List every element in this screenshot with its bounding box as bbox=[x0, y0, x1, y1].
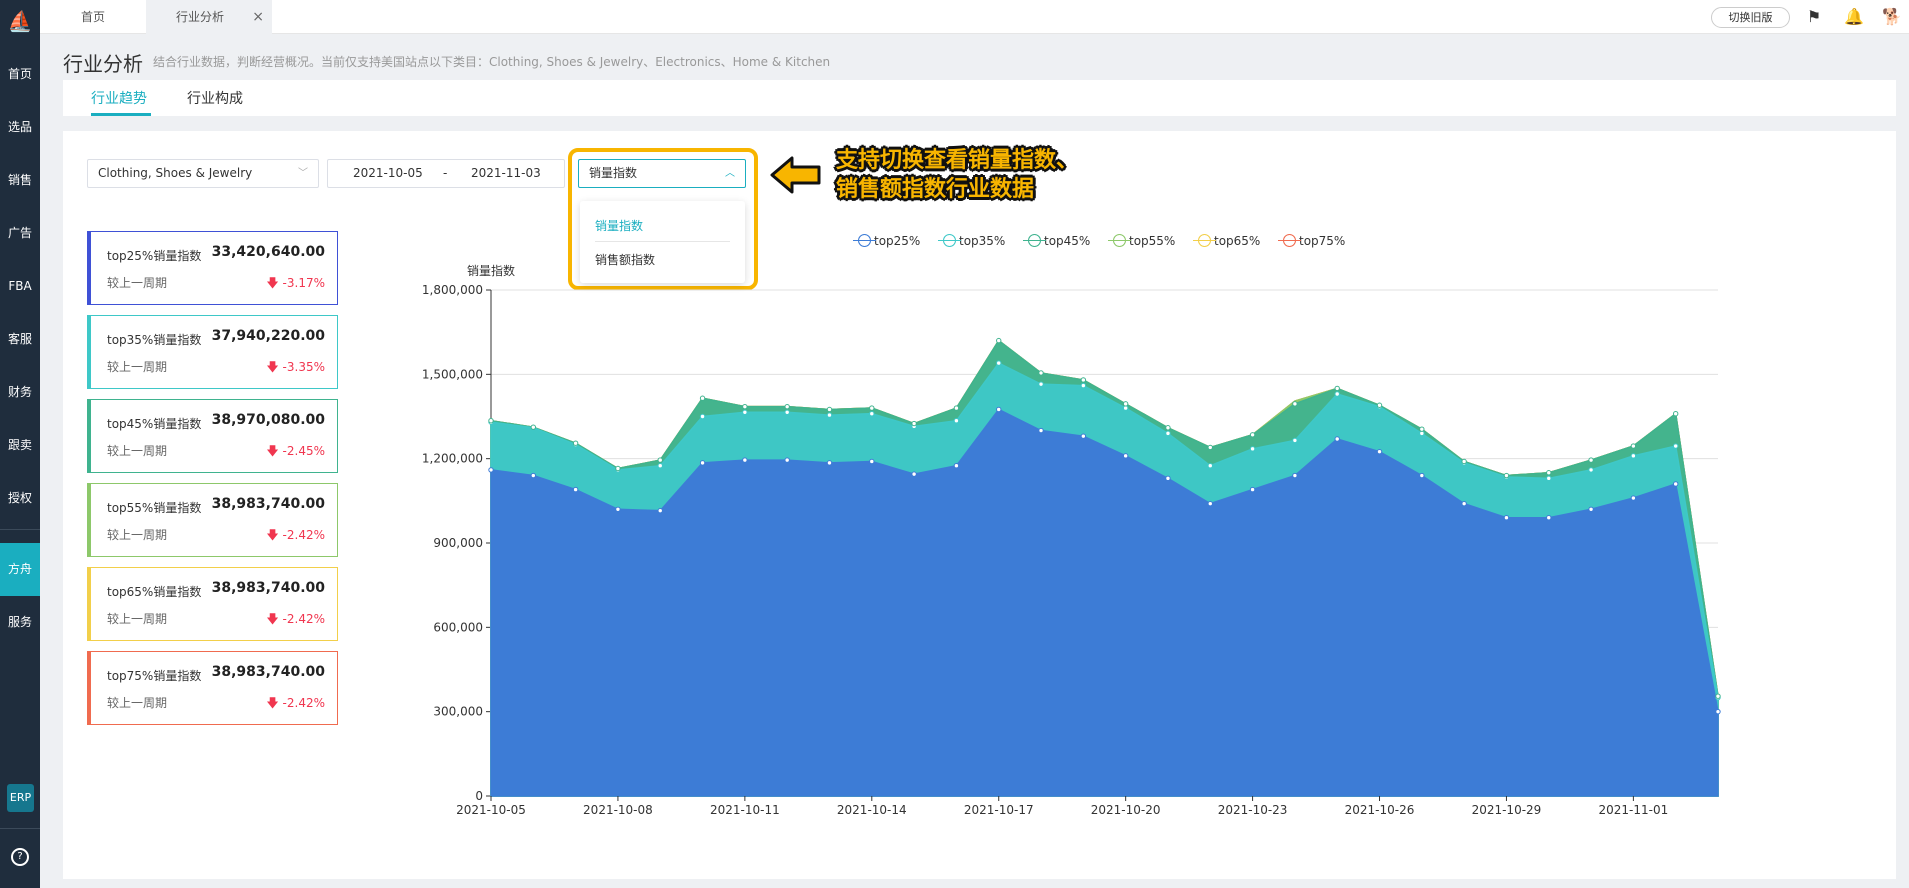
data-point bbox=[1503, 472, 1510, 479]
y-tick-label: 1,200,000 bbox=[422, 452, 483, 466]
data-point bbox=[1080, 377, 1087, 383]
data-point bbox=[488, 467, 494, 473]
data-point bbox=[1419, 426, 1425, 432]
data-point bbox=[699, 413, 706, 420]
data-point bbox=[784, 409, 790, 415]
data-point bbox=[1546, 515, 1552, 521]
data-point bbox=[657, 507, 663, 514]
data-point bbox=[1292, 401, 1298, 407]
data-point bbox=[1672, 443, 1679, 449]
data-point bbox=[1630, 443, 1637, 449]
x-tick-label: 2021-10-05 bbox=[456, 803, 526, 817]
data-point bbox=[1672, 410, 1679, 417]
data-point bbox=[869, 410, 875, 417]
data-point bbox=[996, 360, 1002, 366]
data-point bbox=[488, 418, 494, 424]
y-tick-label: 0 bbox=[475, 789, 483, 803]
data-point bbox=[1715, 693, 1721, 699]
data-point bbox=[1461, 458, 1467, 465]
x-tick-label: 2021-10-17 bbox=[964, 803, 1034, 817]
data-point bbox=[742, 403, 748, 410]
y-tick-label: 1,500,000 bbox=[422, 367, 483, 381]
x-tick-label: 2021-10-08 bbox=[583, 803, 653, 817]
data-point bbox=[953, 418, 960, 424]
data-point bbox=[1080, 382, 1087, 389]
y-tick-label: 300,000 bbox=[433, 705, 483, 719]
x-tick-label: 2021-10-23 bbox=[1218, 803, 1288, 817]
data-point bbox=[1080, 433, 1087, 439]
data-point bbox=[699, 395, 706, 401]
data-point bbox=[530, 472, 537, 479]
data-point bbox=[1588, 467, 1594, 473]
data-point bbox=[1630, 495, 1637, 501]
data-point bbox=[615, 465, 621, 472]
data-point bbox=[1419, 472, 1425, 479]
data-point bbox=[1122, 401, 1129, 407]
y-tick-label: 600,000 bbox=[433, 620, 483, 634]
data-point bbox=[1292, 472, 1298, 479]
trend-chart: 0 300,000 600,000 900,000 1,200,000 1,500,000… bbox=[422, 283, 1721, 817]
data-point bbox=[1588, 457, 1594, 463]
data-point bbox=[1376, 448, 1383, 455]
data-point bbox=[1334, 391, 1340, 397]
data-point bbox=[742, 457, 748, 463]
data-point bbox=[1672, 481, 1679, 487]
data-point bbox=[1334, 385, 1340, 392]
data-point bbox=[826, 406, 833, 413]
data-point bbox=[1038, 381, 1044, 387]
data-point bbox=[1165, 475, 1171, 482]
data-point bbox=[572, 440, 579, 446]
data-point bbox=[1334, 436, 1340, 442]
data-point bbox=[1207, 444, 1213, 451]
data-point bbox=[953, 405, 960, 411]
data-point bbox=[1207, 500, 1213, 507]
y-tick-label: 1,800,000 bbox=[422, 283, 483, 297]
data-point bbox=[784, 457, 790, 463]
data-point bbox=[657, 457, 663, 463]
data-point bbox=[869, 405, 875, 411]
data-point bbox=[572, 486, 579, 493]
data-point bbox=[1588, 506, 1594, 512]
data-point bbox=[1715, 708, 1721, 715]
data-point bbox=[1292, 437, 1298, 444]
data-point bbox=[1376, 402, 1383, 408]
data-point bbox=[1038, 427, 1044, 434]
x-tick-label: 2021-10-26 bbox=[1345, 803, 1415, 817]
data-point bbox=[1503, 515, 1510, 521]
data-point bbox=[996, 406, 1002, 413]
data-point bbox=[1249, 486, 1256, 493]
data-point bbox=[1546, 475, 1552, 482]
data-point bbox=[742, 409, 748, 415]
x-tick-label: 2021-10-29 bbox=[1472, 803, 1542, 817]
data-point bbox=[1249, 432, 1256, 438]
data-point bbox=[1122, 453, 1129, 459]
x-tick-label: 2021-11-01 bbox=[1599, 803, 1669, 817]
data-point bbox=[911, 420, 917, 427]
x-tick-label: 2021-10-20 bbox=[1091, 803, 1161, 817]
data-point bbox=[1038, 370, 1044, 376]
data-point bbox=[615, 506, 621, 512]
data-point bbox=[1546, 470, 1552, 476]
data-point bbox=[1165, 430, 1171, 437]
x-tick-label: 2021-10-11 bbox=[710, 803, 780, 817]
y-tick-label: 900,000 bbox=[433, 536, 483, 550]
data-point bbox=[996, 337, 1002, 344]
data-point bbox=[699, 460, 706, 466]
data-point bbox=[530, 424, 537, 430]
data-point bbox=[1165, 425, 1171, 431]
data-point bbox=[1249, 446, 1256, 452]
data-point bbox=[657, 462, 663, 469]
data-point bbox=[911, 471, 917, 477]
data-point bbox=[953, 462, 960, 469]
data-point bbox=[784, 403, 790, 410]
x-tick-label: 2021-10-14 bbox=[837, 803, 907, 817]
data-point bbox=[1461, 500, 1467, 507]
data-point bbox=[826, 460, 833, 466]
data-point bbox=[1207, 462, 1213, 469]
data-point bbox=[826, 412, 833, 418]
data-point bbox=[869, 458, 875, 465]
data-point bbox=[1630, 453, 1637, 459]
